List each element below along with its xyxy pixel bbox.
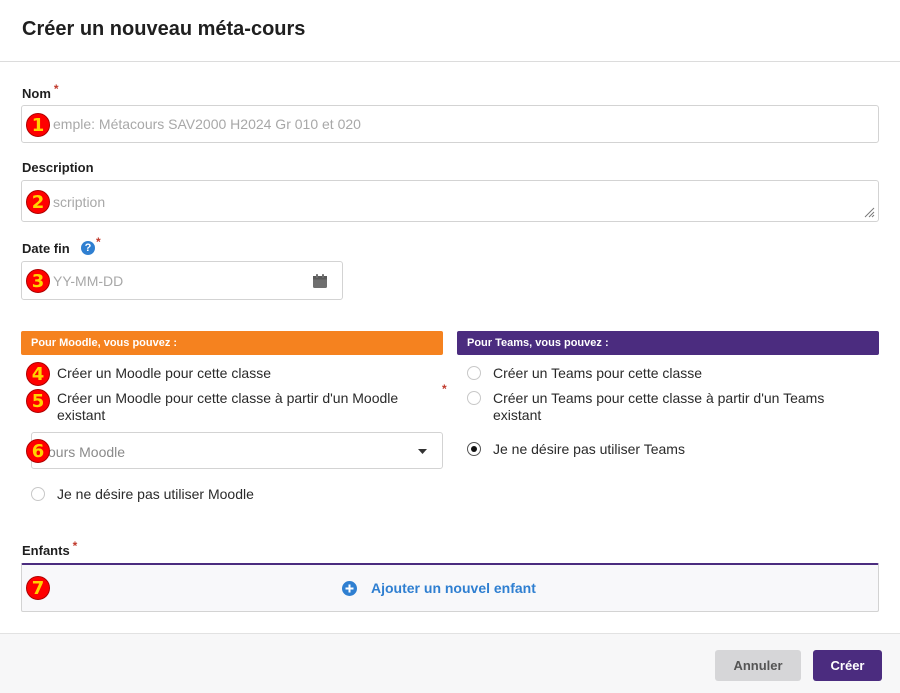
dialog-header: Créer un nouveau méta-cours [0, 0, 900, 62]
children-section: Ajouter un nouvel enfant [21, 563, 879, 612]
caret-down-icon [418, 449, 427, 454]
marker-5: 5 [26, 389, 50, 413]
dialog-footer: Annuler Créer [0, 633, 900, 693]
moodle-select-placeholder: ours Moodle [48, 444, 126, 460]
name-label: Nom * [22, 82, 59, 101]
teams-from-existing-radio[interactable] [467, 391, 481, 405]
moodle-option-from-existing[interactable]: Créer un Moodle pour cette classe à part… [57, 390, 441, 424]
children-label: Enfants * [22, 539, 77, 558]
marker-1: 1 [26, 113, 50, 137]
create-meta-course-dialog: Créer un nouveau méta-cours Nom * emple: … [0, 0, 900, 693]
name-placeholder: emple: Métacours SAV2000 H2024 Gr 010 et… [53, 116, 361, 132]
teams-option-none[interactable]: Je ne désire pas utiliser Teams [493, 441, 873, 458]
dialog-title: Créer un nouveau méta-cours [22, 18, 306, 40]
required-mark: * [442, 382, 447, 396]
resize-handle-icon[interactable] [863, 206, 875, 218]
required-mark: * [72, 539, 78, 553]
teams-create-radio[interactable] [467, 366, 481, 380]
calendar-icon[interactable] [312, 273, 328, 289]
description-placeholder: scription [53, 194, 106, 210]
moodle-course-select[interactable]: ours Moodle [31, 432, 443, 469]
teams-heading: Pour Teams, vous pouvez : [457, 331, 879, 355]
marker-7: 7 [26, 576, 50, 600]
teams-option-from-existing[interactable]: Créer un Teams pour cette classe à parti… [493, 390, 873, 424]
description-label: Description [22, 160, 94, 175]
cancel-button[interactable]: Annuler [715, 650, 801, 681]
end-date-required: * [96, 235, 101, 254]
question-circle-icon[interactable]: ? [81, 241, 95, 255]
required-mark: * [53, 82, 59, 96]
end-date-label: Date fin [22, 241, 70, 256]
create-button[interactable]: Créer [813, 650, 882, 681]
moodle-option-none[interactable]: Je ne désire pas utiliser Moodle [57, 486, 437, 503]
marker-4: 4 [26, 362, 50, 386]
name-input[interactable]: emple: Métacours SAV2000 H2024 Gr 010 et… [21, 105, 879, 143]
marker-6: 6 [26, 439, 50, 463]
moodle-heading: Pour Moodle, vous pouvez : [21, 331, 443, 355]
end-date-label-text: Date fin [22, 241, 70, 256]
moodle-option-create[interactable]: Créer un Moodle pour cette classe [57, 365, 437, 382]
name-label-text: Nom [22, 86, 51, 101]
moodle-option-from-existing-label: Créer un Moodle pour cette classe à part… [57, 390, 399, 423]
moodle-existing-required: * [442, 382, 447, 401]
moodle-none-radio[interactable] [31, 487, 45, 501]
children-label-text: Enfants [22, 543, 70, 558]
description-textarea[interactable]: scription [21, 180, 879, 222]
teams-none-radio[interactable] [467, 442, 481, 456]
required-mark: * [96, 235, 101, 249]
teams-option-create[interactable]: Créer un Teams pour cette classe [493, 365, 873, 382]
add-child-label: Ajouter un nouvel enfant [371, 580, 536, 596]
end-date-input[interactable]: YY-MM-DD [21, 261, 343, 300]
end-date-placeholder: YY-MM-DD [53, 273, 124, 289]
marker-2: 2 [26, 190, 50, 214]
plus-circle-icon [342, 581, 357, 596]
marker-3: 3 [26, 269, 50, 293]
